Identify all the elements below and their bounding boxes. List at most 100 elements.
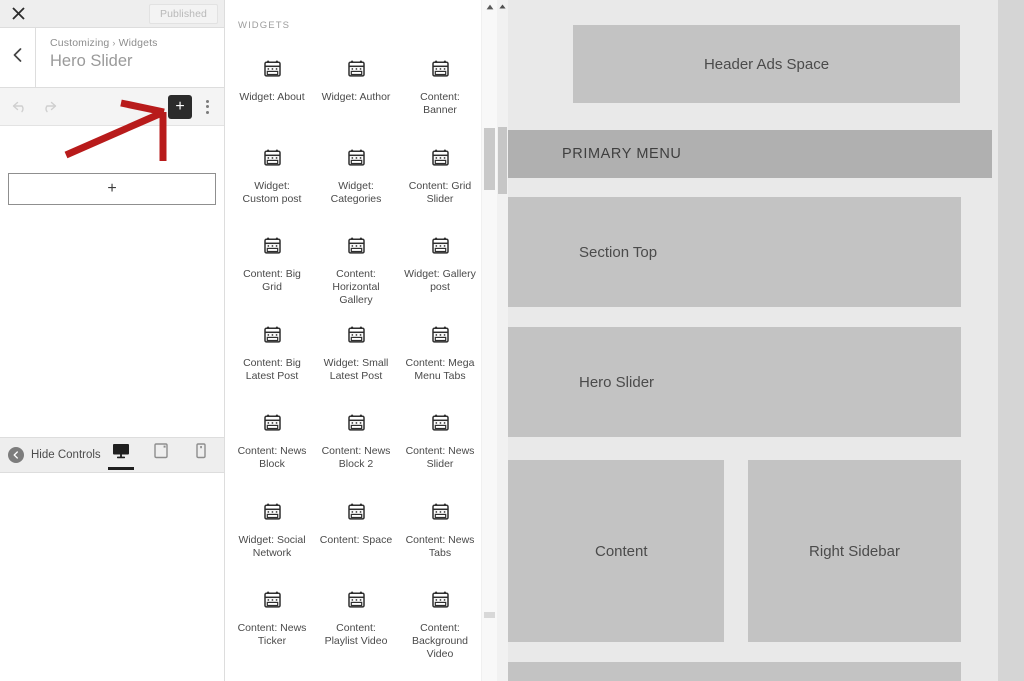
calendar-icon	[431, 149, 449, 171]
back-button[interactable]	[0, 28, 36, 87]
widget-grid: Widget: About Widget: Author Content: Bann…	[230, 46, 482, 666]
preview-block-label: Content	[595, 542, 648, 560]
calendar-icon	[347, 503, 365, 525]
calendar-icon	[347, 326, 365, 348]
calendar-icon	[431, 60, 449, 82]
tablet-preview-button[interactable]	[147, 438, 175, 472]
preview-block-label: PRIMARY MENU	[562, 146, 682, 162]
preview-outer-margin	[998, 0, 1024, 681]
calendar-icon	[431, 237, 449, 259]
preview-block-footer-partial[interactable]	[497, 662, 961, 681]
redo-icon[interactable]	[34, 93, 62, 121]
desktop-preview-button[interactable]	[107, 438, 135, 472]
kebab-menu-icon[interactable]	[196, 94, 218, 120]
preview-scrollbar-thumb[interactable]	[498, 127, 507, 194]
widget-item[interactable]: Widget: Author	[314, 46, 398, 135]
widget-item[interactable]: Widget: Categories	[314, 135, 398, 224]
undo-icon[interactable]	[6, 93, 34, 121]
widget-item-label: Content: Banner	[420, 91, 460, 116]
calendar-icon	[431, 414, 449, 436]
calendar-icon	[431, 326, 449, 348]
calendar-icon	[263, 237, 281, 259]
widget-item-label: Widget: Small Latest Post	[323, 356, 389, 382]
widget-item[interactable]: Content: Playlist Video	[314, 577, 398, 666]
widget-item-label: Content: News Block 2	[321, 445, 391, 470]
calendar-icon	[347, 237, 365, 259]
widget-picker-title: WIDGETS	[238, 20, 291, 31]
widget-item-label: Content: Big Grid	[243, 268, 301, 293]
widget-item[interactable]: Widget: Gallery post	[398, 223, 482, 312]
widget-item[interactable]: Content: News Block	[230, 400, 314, 489]
preview-block-right-sidebar[interactable]: Right Sidebar	[748, 460, 961, 642]
widget-item-label: Widget: Gallery post	[404, 268, 476, 293]
widget-item-label: Content: Horizontal Gallery	[332, 268, 380, 306]
widget-item[interactable]: Content: News Ticker	[230, 577, 314, 666]
widget-panel-scrollbar-thumb[interactable]	[484, 128, 495, 190]
publish-button[interactable]: Published	[148, 4, 218, 24]
widget-item[interactable]: Widget: About	[230, 46, 314, 135]
breadcrumb-root[interactable]: Customizing	[50, 37, 109, 49]
add-widget-button[interactable]: +	[8, 173, 216, 205]
preview-scrollbar[interactable]	[497, 0, 508, 681]
widget-item[interactable]: Content: Grid Slider	[398, 135, 482, 224]
widget-item-label: Content: Grid Slider	[408, 179, 472, 205]
widget-item-label: Content: Background Video	[411, 622, 469, 660]
calendar-icon	[347, 60, 365, 82]
add-block-button[interactable]: +	[168, 94, 192, 119]
widget-item-label: Content: Space	[319, 533, 393, 546]
calendar-icon	[263, 503, 281, 525]
widget-item[interactable]: Content: Big Grid	[230, 223, 314, 312]
calendar-icon	[263, 414, 281, 436]
calendar-icon	[431, 591, 449, 613]
widget-item[interactable]: Content: Horizontal Gallery	[314, 223, 398, 312]
widget-panel-scrollbar[interactable]	[481, 0, 497, 681]
widget-panel-scrollbar-mark	[484, 612, 495, 618]
widget-item-label: Widget: Author	[321, 91, 391, 103]
widget-item[interactable]: Content: Banner	[398, 46, 482, 135]
breadcrumb-current[interactable]: Widgets	[119, 37, 158, 49]
mobile-preview-button[interactable]	[187, 438, 215, 472]
close-icon[interactable]	[0, 0, 36, 27]
widget-item-label: Widget: Custom post	[242, 179, 302, 205]
widget-item[interactable]: Content: News Slider	[398, 400, 482, 489]
hide-controls-label: Hide Controls	[31, 449, 101, 461]
widget-item-label: Content: News Slider	[405, 445, 475, 470]
breadcrumb: Customizing › Widgets	[50, 37, 224, 49]
preview-block-hero-slider[interactable]: Hero Slider	[497, 327, 961, 437]
preview-block-label: Right Sidebar	[809, 542, 900, 560]
preview-block-primary-menu[interactable]: PRIMARY MENU	[497, 130, 992, 178]
block-editor-toolbar: +	[0, 88, 224, 126]
widget-item[interactable]: Content: Background Video	[398, 577, 482, 666]
widget-item-label: Content: News Ticker	[237, 622, 307, 647]
widget-item[interactable]: Content: Mega Menu Tabs	[398, 312, 482, 401]
widget-item[interactable]: Content: News Tabs	[398, 489, 482, 578]
widget-item[interactable]: Widget: Social Network	[230, 489, 314, 578]
device-preview-group	[107, 438, 224, 472]
site-preview: Header Ads Space PRIMARY MENU Section To…	[497, 0, 1024, 681]
widget-item[interactable]: Content: News Block 2	[314, 400, 398, 489]
widget-item[interactable]: Widget: Custom post	[230, 135, 314, 224]
widget-item[interactable]: Content: Space	[314, 489, 398, 578]
preview-page: Header Ads Space PRIMARY MENU Section To…	[497, 0, 998, 681]
desktop-icon	[112, 443, 130, 464]
preview-block-label: Header Ads Space	[703, 55, 830, 73]
scroll-up-arrow-icon[interactable]	[482, 0, 497, 14]
scroll-up-arrow-icon[interactable]	[497, 0, 508, 12]
calendar-icon	[347, 591, 365, 613]
preview-block-header-ads[interactable]: Header Ads Space	[573, 25, 960, 103]
widget-item[interactable]: Widget: Small Latest Post	[314, 312, 398, 401]
tablet-icon	[154, 443, 168, 464]
customizer-topbar: Published	[0, 0, 224, 28]
hide-controls-button[interactable]: Hide Controls	[0, 447, 101, 463]
calendar-icon	[263, 60, 281, 82]
preview-block-content[interactable]: Content	[497, 460, 724, 642]
preview-block-label: Hero Slider	[579, 373, 655, 391]
chevron-left-icon	[13, 48, 22, 67]
widget-item-label: Content: News Tabs	[405, 533, 475, 559]
widget-item[interactable]: Content: Big Latest Post	[230, 312, 314, 401]
collapse-left-icon	[8, 447, 24, 463]
widget-area-body: +	[0, 126, 224, 471]
mobile-icon	[196, 443, 206, 464]
preview-block-label: Section Top	[579, 243, 658, 261]
preview-block-section-top[interactable]: Section Top	[497, 197, 961, 307]
